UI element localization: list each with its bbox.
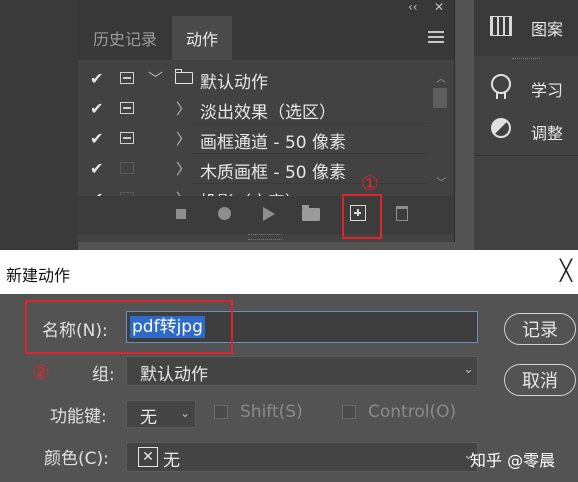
- dialog-toggle-icon[interactable]: [120, 102, 134, 114]
- dock-item-patterns[interactable]: 图案: [531, 16, 563, 40]
- scroll-thumb[interactable]: [433, 88, 447, 108]
- shift-label: Shift(S): [240, 402, 303, 422]
- delete-icon[interactable]: [396, 206, 408, 221]
- scroll-down-icon[interactable]: ﹀: [436, 174, 446, 189]
- chevron-right-icon[interactable]: 〉: [176, 128, 191, 149]
- color-label: 颜色(C):: [44, 449, 109, 469]
- check-icon[interactable]: ✔: [90, 159, 103, 178]
- group-label: 组:: [92, 365, 115, 385]
- record-icon[interactable]: [218, 207, 231, 220]
- stop-icon[interactable]: [176, 209, 186, 219]
- highlight-box: [25, 300, 233, 354]
- resize-grip[interactable]: [248, 234, 282, 240]
- cancel-button[interactable]: 取消: [504, 364, 576, 396]
- record-button[interactable]: 记录: [504, 313, 576, 345]
- watermark: 知乎 @零晨: [470, 451, 556, 470]
- dialog-toggle-icon[interactable]: [120, 162, 134, 174]
- new-set-icon[interactable]: [302, 205, 320, 221]
- dialog-toggle-icon[interactable]: [120, 132, 134, 144]
- action-label: 木质画框 - 50 像素: [200, 163, 346, 183]
- panel-menu-icon[interactable]: [428, 31, 444, 43]
- chevron-right-icon[interactable]: 〉: [176, 188, 191, 196]
- tab-history[interactable]: 历史记录: [78, 16, 172, 60]
- play-icon[interactable]: [263, 207, 275, 221]
- dock-item-learn[interactable]: 学习: [531, 77, 563, 101]
- control-label: Control(O): [368, 402, 457, 422]
- dialog-title-bar: [0, 250, 578, 294]
- close-icon[interactable]: ✕: [434, 0, 444, 14]
- group-select-value: 默认动作: [140, 365, 208, 385]
- check-icon[interactable]: ✔: [90, 189, 103, 196]
- dialog-title: 新建动作: [6, 266, 71, 285]
- folder-icon: [174, 69, 193, 84]
- scroll-up-icon[interactable]: ︿: [436, 70, 446, 85]
- annotation-marker: ②: [32, 360, 50, 384]
- learn-icon[interactable]: [491, 74, 511, 94]
- highlight-box: [342, 194, 382, 239]
- function-key-label: 功能键:: [50, 407, 107, 427]
- action-label: 淡出效果（选区）: [200, 103, 336, 123]
- shift-checkbox[interactable]: [214, 405, 228, 419]
- dock-item-adjustments[interactable]: 调整: [531, 120, 563, 144]
- adjustments-icon[interactable]: [491, 118, 511, 138]
- color-select-value: 无: [163, 451, 180, 471]
- control-checkbox[interactable]: [342, 405, 356, 419]
- chevron-right-icon[interactable]: 〉: [176, 158, 191, 179]
- dialog-toggle-icon[interactable]: [120, 72, 134, 84]
- dock-grip[interactable]: [512, 58, 540, 63]
- panel-header: [78, 0, 454, 16]
- chevron-right-icon[interactable]: 〉: [176, 98, 191, 119]
- chevron-down-icon[interactable]: ⌄: [463, 362, 474, 377]
- annotation-marker: ①: [361, 171, 379, 195]
- check-icon[interactable]: ✔: [90, 69, 103, 88]
- chevron-down-icon[interactable]: ⌄: [180, 406, 190, 420]
- chevron-down-icon[interactable]: ﹀: [148, 68, 163, 89]
- check-icon[interactable]: ✔: [90, 129, 103, 148]
- check-icon[interactable]: ✔: [90, 99, 103, 118]
- learn-icon-stem: [496, 93, 506, 99]
- pattern-icon[interactable]: [490, 16, 512, 36]
- action-label: 画框通道 - 50 像素: [200, 133, 346, 153]
- tab-actions[interactable]: 动作: [172, 16, 232, 60]
- action-row[interactable]: ✔ 〉 画框通道 - 50 像素: [80, 124, 429, 154]
- collapse-icon[interactable]: ‹‹: [408, 0, 418, 14]
- function-key-value: 无: [140, 408, 157, 428]
- no-color-icon: ✕: [138, 447, 158, 467]
- close-icon[interactable]: ╳: [560, 258, 572, 282]
- dock-divider: [474, 155, 578, 156]
- action-label: 投影（文字）: [200, 188, 302, 196]
- action-row[interactable]: ✔ 〉 淡出效果（选区）: [80, 94, 429, 124]
- canvas-area: [0, 0, 78, 250]
- action-label: 默认动作: [200, 73, 268, 93]
- action-row[interactable]: ✔ ﹀ 默认动作: [80, 64, 429, 94]
